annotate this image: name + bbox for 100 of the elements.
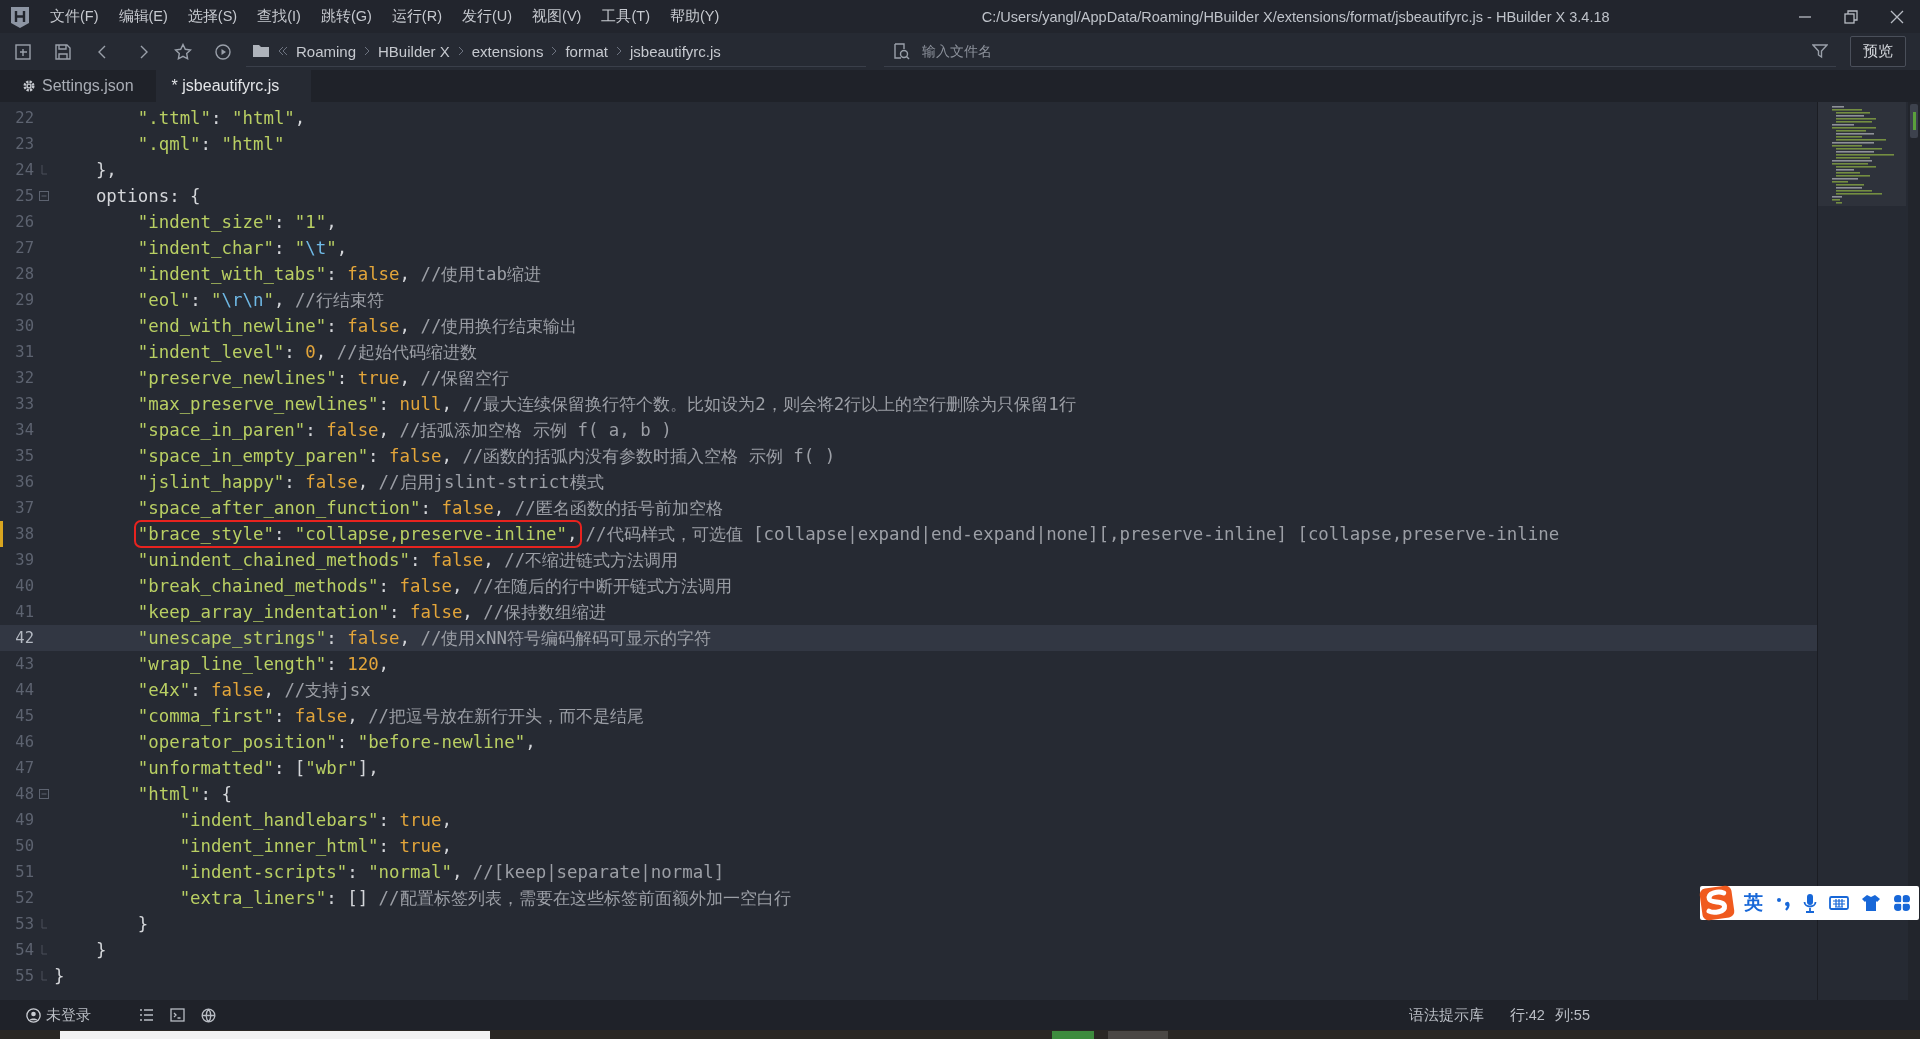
search-icon [892, 42, 910, 60]
cursor-column: 列:55 [1554, 1005, 1590, 1025]
code-line: "comma_first": false, //把逗号放在新行开头，而不是结尾 [136, 705, 645, 728]
menu-item[interactable]: 选择(S) [177, 7, 248, 26]
menu-item[interactable]: 跳转(G) [310, 7, 382, 26]
line-number: 46 [14, 733, 34, 751]
chevron-icon [457, 46, 464, 56]
menu-item[interactable]: 运行(R) [381, 7, 452, 26]
breadcrumb-item[interactable]: HBuilder X [378, 42, 450, 60]
scrollbar-thumb[interactable] [1910, 104, 1918, 138]
new-file-icon[interactable] [14, 42, 32, 61]
user-icon [26, 1007, 41, 1023]
code-line: } [94, 940, 107, 960]
line-number: 54 [14, 941, 34, 959]
chevron-icon [364, 46, 371, 56]
line-number: 31 [14, 343, 34, 361]
menu-item[interactable]: 发行(U) [451, 7, 523, 26]
line-number: 53 [14, 915, 34, 933]
menu-item[interactable]: 工具(T) [591, 7, 660, 26]
cursor-line: 行:42 [1509, 1005, 1545, 1025]
fold-icon[interactable] [39, 789, 49, 799]
line-number: 55 [14, 967, 34, 985]
file-tab[interactable]: Settings.json [10, 70, 156, 102]
line-number: 26 [14, 213, 34, 231]
menu-item[interactable]: 查找(I) [247, 7, 311, 26]
line-number: 23 [14, 135, 34, 153]
restore-icon[interactable] [1844, 9, 1858, 24]
code-line: "extra_liners": [] //配置标签列表，需要在这些标签前面额外加一空白行 [178, 887, 791, 910]
code-line: "indent_char": "\t", [136, 238, 348, 258]
menu-item[interactable]: 文件(F) [40, 7, 109, 26]
code-line: "e4x": false, //支持jsx [136, 679, 371, 702]
code-line: options: { [94, 186, 201, 206]
syntax-library-link[interactable]: 语法提示库 [1408, 1005, 1484, 1025]
save-icon[interactable] [54, 42, 72, 61]
breadcrumb-item[interactable]: Roaming [296, 42, 357, 60]
line-number: 24 [14, 161, 34, 179]
line-number: 38 [14, 525, 34, 543]
shirt-icon[interactable] [1861, 894, 1881, 912]
line-number: 34 [14, 421, 34, 439]
run-icon[interactable] [214, 42, 232, 61]
line-number: 28 [14, 265, 34, 283]
code-line: "break_chained_methods": false, //在随后的行中断开链式方法调用 [136, 575, 732, 598]
code-line: "indent_with_tabs": false, //使用tab缩进 [136, 263, 541, 286]
file-search-field[interactable]: 输入文件名 [920, 42, 1802, 60]
terminal-icon[interactable] [170, 1008, 185, 1022]
fold-end-icon [41, 945, 47, 955]
toolbox-icon[interactable] [1893, 894, 1911, 912]
code-line: "unescape_strings": false, //使用xNN符号编码解码可显示的字符 [136, 627, 711, 650]
code-line: "html": { [136, 784, 232, 804]
code-line: "space_in_empty_paren": false, //函数的括弧内没有参数时插入空格 示例 f( ) [136, 445, 836, 468]
line-number: 29 [14, 291, 34, 309]
breadcrumb-item[interactable]: jsbeautifyrc.js [629, 42, 721, 60]
breadcrumb-item[interactable]: format [565, 42, 608, 60]
code-line: "operator_position": "before-newline", [136, 732, 536, 752]
line-number: 25 [14, 187, 34, 205]
input-mode-toggle[interactable]: 英 [1744, 890, 1763, 916]
line-number: 33 [14, 395, 34, 413]
code-line: "eol": "\r\n", //行结束符 [136, 289, 384, 312]
keyboard-icon[interactable] [1829, 895, 1849, 911]
line-number: 50 [14, 837, 34, 855]
menu-item[interactable]: 帮助(Y) [659, 7, 730, 26]
code-line: "space_in_paren": false, //括弧添加空格 示例 f( a, b ) [136, 419, 672, 442]
line-number: 45 [14, 707, 34, 725]
menu-item[interactable]: 视图(V) [522, 7, 592, 26]
code-line: ".qml": "html" [136, 134, 285, 154]
line-number: 43 [14, 655, 34, 673]
login-button[interactable]: 未登录 [26, 1005, 91, 1025]
fold-icon[interactable] [39, 191, 49, 201]
code-line: "max_preserve_newlines": null, //最大连续保留换行符个数。比如设为2，则会将2行以上的空行删除为只保留1行 [136, 393, 1076, 416]
line-number: 32 [14, 369, 34, 387]
menu-item[interactable]: 编辑(E) [108, 7, 178, 26]
folder-icon [252, 43, 270, 59]
line-number: 44 [14, 681, 34, 699]
code-line: } [136, 914, 149, 934]
code-line: "unformatted": ["wbr"], [136, 758, 379, 778]
code-line: "indent_size": "1", [136, 212, 337, 232]
list-icon[interactable] [139, 1008, 154, 1022]
code-line: "indent-scripts": "normal", //[keep|separate|normal] [178, 862, 725, 882]
fold-end-icon [41, 919, 47, 929]
filter-icon[interactable] [1812, 43, 1828, 59]
line-number: 47 [14, 759, 34, 777]
microphone-icon[interactable] [1803, 893, 1817, 913]
close-icon[interactable] [1890, 9, 1904, 24]
preview-button[interactable]: 预览 [1850, 36, 1906, 67]
line-number: 27 [14, 239, 34, 257]
code-line: "brace_style": "collapse,preserve-inline", //代码样式，可选值 [collapse|expand|end-expand|none][,preserve-inline] [collapse,preserve-inline [54, 522, 1560, 546]
code-line: "jslint_happy": false, //启用jslint-strict模式 [136, 471, 604, 494]
star-icon[interactable] [174, 42, 192, 61]
line-number: 39 [14, 551, 34, 569]
fold-end-icon [41, 971, 47, 981]
line-number: 30 [14, 317, 34, 335]
line-number: 42 [14, 629, 34, 647]
breadcrumb-item[interactable]: extensions [471, 42, 544, 60]
code-line: ".ttml": "html", [136, 108, 306, 128]
double-chevron-icon [278, 46, 288, 56]
globe-icon[interactable] [201, 1007, 217, 1023]
file-tab[interactable]: * jsbeautifyrc.js [155, 70, 312, 102]
line-number: 36 [14, 473, 34, 491]
line-number: 35 [14, 447, 34, 465]
line-number: 22 [14, 109, 34, 127]
